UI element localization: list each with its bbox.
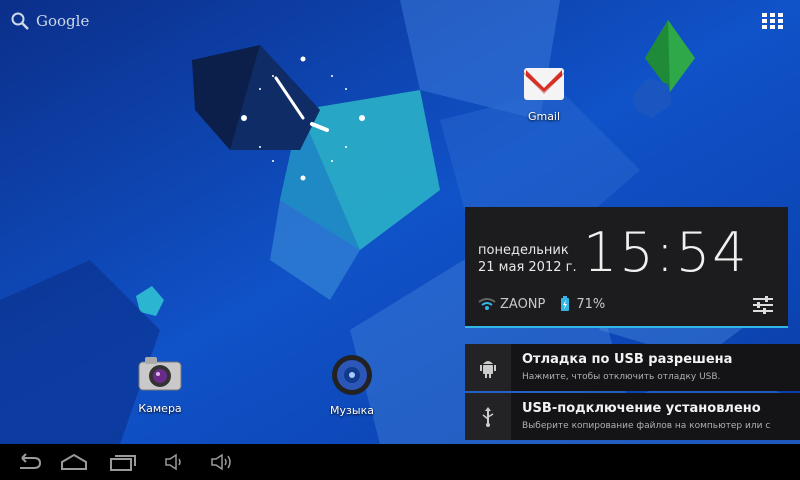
gmail-label: Gmail xyxy=(527,110,561,123)
usb-icon xyxy=(482,406,494,427)
google-search-label: Google xyxy=(36,12,90,30)
battery-percent: 71% xyxy=(576,296,606,312)
camera-icon xyxy=(138,357,182,391)
weekday-label: понедельник xyxy=(478,243,569,258)
battery-charging-icon xyxy=(561,296,570,311)
analog-clock-widget[interactable] xyxy=(190,45,380,195)
home-icon[interactable] xyxy=(59,452,89,472)
music-label: Музыка xyxy=(330,404,374,417)
volume-up-icon[interactable] xyxy=(204,452,234,472)
volume-down-icon[interactable] xyxy=(158,452,188,472)
recents-icon[interactable] xyxy=(108,452,138,472)
music-icon xyxy=(332,355,372,395)
music-app[interactable]: Музыка xyxy=(307,354,397,417)
date-label: 21 мая 2012 г. xyxy=(478,260,577,275)
notification-title: USB-подключение установлено xyxy=(522,401,761,416)
gmail-app[interactable]: Gmail xyxy=(499,62,589,123)
status-row: ZAONP 71% xyxy=(478,296,605,312)
notification-icon-box xyxy=(465,344,511,391)
all-apps-grid-icon[interactable] xyxy=(762,13,784,29)
notification-usb-connected[interactable]: USB-подключение установлено Выберите коп… xyxy=(465,393,800,440)
wifi-icon xyxy=(478,298,496,310)
settings-sliders-icon[interactable] xyxy=(752,295,774,315)
notification-subtitle: Нажмите, чтобы отключить отладку USB. xyxy=(522,372,721,382)
gmail-icon xyxy=(524,68,564,100)
notification-usb-debugging[interactable]: Отладка по USB разрешена Нажмите, чтобы … xyxy=(465,344,800,391)
wifi-name: ZAONP xyxy=(500,296,546,312)
notification-title: Отладка по USB разрешена xyxy=(522,352,733,367)
notification-status-panel: понедельник 21 мая 2012 г. 15:54 ZAONP 7… xyxy=(465,207,788,328)
date-block: понедельник 21 мая 2012 г. xyxy=(478,242,577,276)
android-debug-icon xyxy=(480,360,496,378)
google-search-bar[interactable]: Google xyxy=(10,10,89,32)
camera-label: Камера xyxy=(138,402,182,415)
notification-subtitle: Выберите копирование файлов на компьютер… xyxy=(522,421,771,431)
notification-icon-box xyxy=(465,393,511,440)
camera-app[interactable]: Камера xyxy=(115,354,205,415)
digital-clock: 15:54 xyxy=(583,221,749,284)
navigation-bar xyxy=(0,444,800,480)
search-icon xyxy=(11,12,29,30)
back-icon[interactable] xyxy=(12,452,42,472)
